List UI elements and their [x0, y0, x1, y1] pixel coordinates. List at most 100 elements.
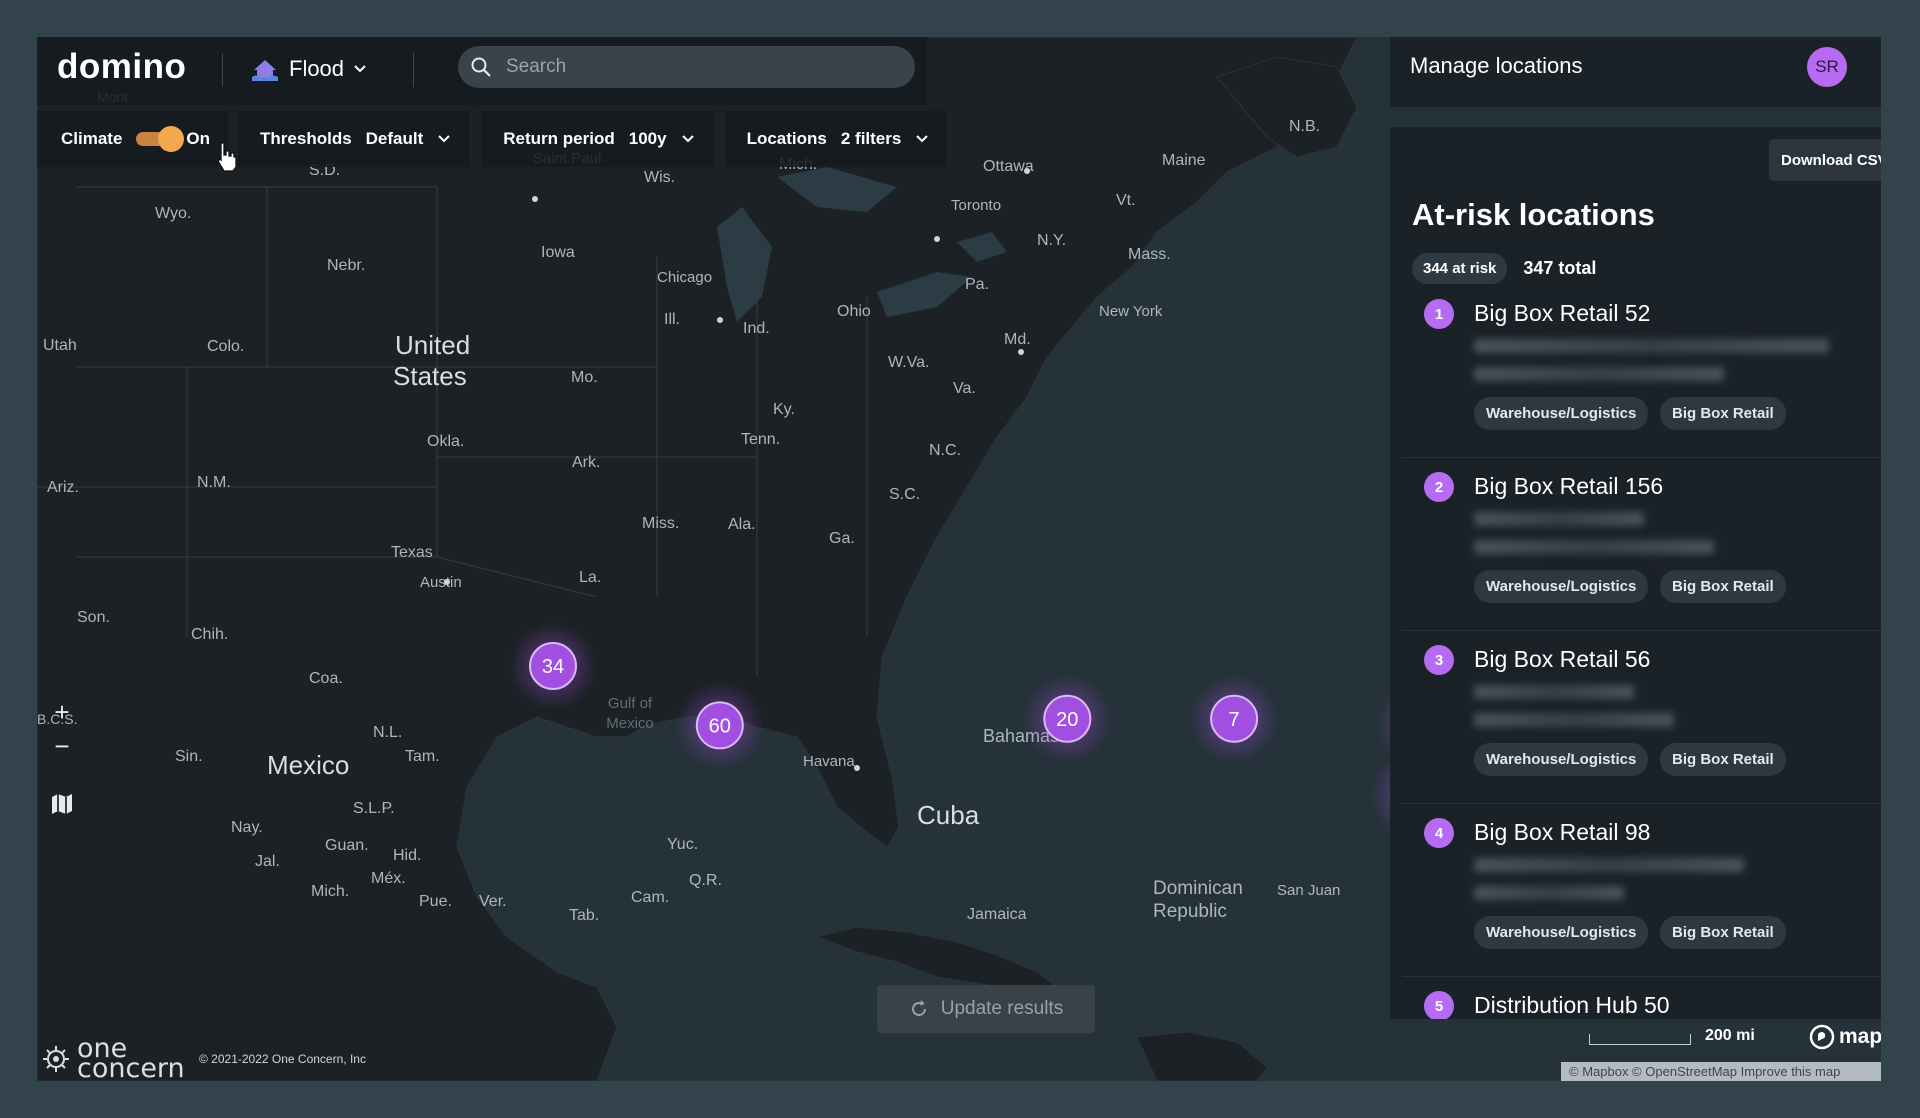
map-label-us2: States	[393, 361, 467, 391]
category-tag[interactable]: Big Box Retail	[1660, 743, 1786, 776]
download-csv-button[interactable]: Download CSV	[1769, 139, 1881, 181]
location-name: Big Box Retail 52	[1474, 300, 1651, 326]
location-item[interactable]: 4 Big Box Retail 98 Warehouse/Logistics …	[1402, 806, 1881, 977]
climate-toggle[interactable]	[136, 126, 185, 152]
map-label-havana: Havana	[803, 753, 855, 770]
map-label-tenn: Tenn.	[741, 431, 780, 448]
search-input[interactable]	[504, 55, 888, 79]
map-label-gulf2: Mexico	[606, 715, 654, 732]
map-label-mo: Mo.	[571, 369, 598, 386]
category-tag[interactable]: Warehouse/Logistics	[1474, 743, 1648, 776]
map-label-coa: Coa.	[309, 670, 343, 687]
map-label-sc: S.C.	[889, 486, 920, 503]
category-tag[interactable]: Big Box Retail	[1660, 570, 1786, 603]
map-label-nc: N.C.	[929, 442, 961, 459]
risk-counts: 344 at risk 347 total	[1412, 253, 1596, 284]
search-icon	[471, 57, 491, 77]
category-tag[interactable]: Big Box Retail	[1660, 916, 1786, 949]
category-tag[interactable]: Warehouse/Logistics	[1474, 397, 1648, 430]
scale-indicator: 200 mi	[1589, 1027, 1755, 1045]
zoom-controls: + −	[49, 695, 75, 763]
map-label-son: Son.	[77, 609, 110, 626]
thresholds-dropdown[interactable]: Thresholds Default	[238, 111, 470, 167]
map-label-jamaica: Jamaica	[967, 906, 1027, 923]
rank-marker: 5	[1424, 991, 1454, 1019]
app-logo[interactable]: domino	[57, 47, 186, 87]
map-label-ver: Ver.	[479, 893, 507, 910]
category-tag[interactable]: Warehouse/Logistics	[1474, 570, 1648, 603]
city-dot	[717, 317, 723, 323]
map-label-ill: Ill.	[664, 311, 680, 328]
chevron-down-icon	[438, 135, 450, 143]
map-label-texas: Texas	[391, 544, 433, 561]
cluster-marker[interactable]: 20	[1023, 674, 1112, 763]
scale-bar	[1589, 1034, 1691, 1045]
map-label-guan: Guan.	[325, 837, 369, 854]
map-label-jal: Jal.	[255, 853, 280, 870]
location-item[interactable]: 2 Big Box Retail 156 Warehouse/Logistics…	[1402, 460, 1881, 631]
map-label-pa: Pa.	[965, 276, 989, 293]
map-label-qr: Q.R.	[689, 872, 722, 889]
chevron-down-icon	[681, 135, 694, 143]
scale-label: 200 mi	[1705, 1027, 1755, 1044]
blurred-address-line	[1474, 367, 1724, 381]
zoom-in-button[interactable]: +	[49, 695, 75, 729]
map-label-colo: Colo.	[207, 338, 244, 355]
map-label-iowa: Iowa	[541, 244, 575, 261]
mapbox-icon	[1809, 1024, 1835, 1050]
return-period-dropdown[interactable]: Return period 100y	[481, 111, 713, 167]
rank-marker: 4	[1424, 818, 1454, 848]
map-label-sin: Sin.	[175, 748, 203, 765]
map-label-nb: N.B.	[1289, 118, 1320, 135]
category-tag[interactable]: Warehouse/Logistics	[1474, 916, 1648, 949]
cluster-count: 7	[1229, 709, 1240, 731]
location-item[interactable]: 5 Distribution Hub 50	[1402, 979, 1881, 1019]
thresholds-label: Thresholds	[260, 129, 352, 148]
update-results-button[interactable]: Update results	[877, 985, 1095, 1033]
tag-list: Warehouse/Logistics Big Box Retail	[1474, 397, 1786, 430]
cluster-marker[interactable]: 7	[1190, 674, 1279, 763]
cluster-count: 34	[542, 656, 564, 678]
map-label-maine: Maine	[1162, 152, 1206, 169]
map-label-ark: Ark.	[572, 454, 600, 471]
flood-icon	[252, 60, 278, 81]
map-attribution[interactable]: © Mapbox © OpenStreetMap Improve this ma…	[1561, 1062, 1881, 1081]
manage-locations-title[interactable]: Manage locations	[1410, 53, 1582, 79]
map-layers-icon[interactable]	[47, 789, 77, 819]
zoom-out-button[interactable]: −	[49, 729, 75, 763]
search-box[interactable]	[458, 46, 915, 88]
cluster-marker[interactable]: 34	[509, 622, 597, 710]
map-label-nebr: Nebr.	[327, 257, 365, 274]
top-bar: domino Flood	[37, 37, 927, 105]
mapbox-logo[interactable]: map	[1809, 1024, 1881, 1050]
user-avatar[interactable]: SR	[1807, 47, 1847, 87]
location-item[interactable]: 3 Big Box Retail 56 Warehouse/Logistics …	[1402, 633, 1881, 804]
location-name: Big Box Retail 98	[1474, 819, 1651, 845]
map-label-slp: S.L.P.	[353, 800, 395, 817]
location-item[interactable]: 1 Big Box Retail 52 Warehouse/Logistics …	[1402, 287, 1881, 458]
climate-label: Climate	[61, 129, 123, 148]
mouse-pointer-icon	[217, 142, 237, 172]
return-period-value: 100y	[628, 129, 667, 148]
map-label-cam: Cam.	[631, 889, 669, 906]
blurred-address-line	[1474, 540, 1714, 554]
map-label-mexico: Mexico	[267, 750, 349, 780]
locations-label: Locations	[746, 129, 827, 148]
map-label-toronto: Toronto	[951, 197, 1001, 214]
map-label-miss: Miss.	[642, 515, 679, 532]
map-label-wva: W.Va.	[888, 354, 930, 371]
city-dot	[934, 236, 940, 242]
rank-marker: 1	[1424, 299, 1454, 329]
blurred-address-line	[1474, 512, 1644, 526]
locations-dropdown[interactable]: Locations 2 filters	[724, 111, 948, 167]
map-label-gulf1: Gulf of	[608, 695, 653, 712]
map-label-ind: Ind.	[743, 320, 770, 337]
hazard-selector[interactable]: Flood	[250, 49, 367, 89]
map-label-new-york: New York	[1099, 303, 1163, 320]
category-tag[interactable]: Big Box Retail	[1660, 397, 1786, 430]
blurred-address-line	[1474, 685, 1634, 699]
toggle-knob	[158, 126, 185, 152]
map-label-wyo: Wyo.	[155, 205, 191, 222]
map-label-chih: Chih.	[191, 626, 228, 643]
cluster-marker[interactable]: 60	[675, 681, 764, 770]
